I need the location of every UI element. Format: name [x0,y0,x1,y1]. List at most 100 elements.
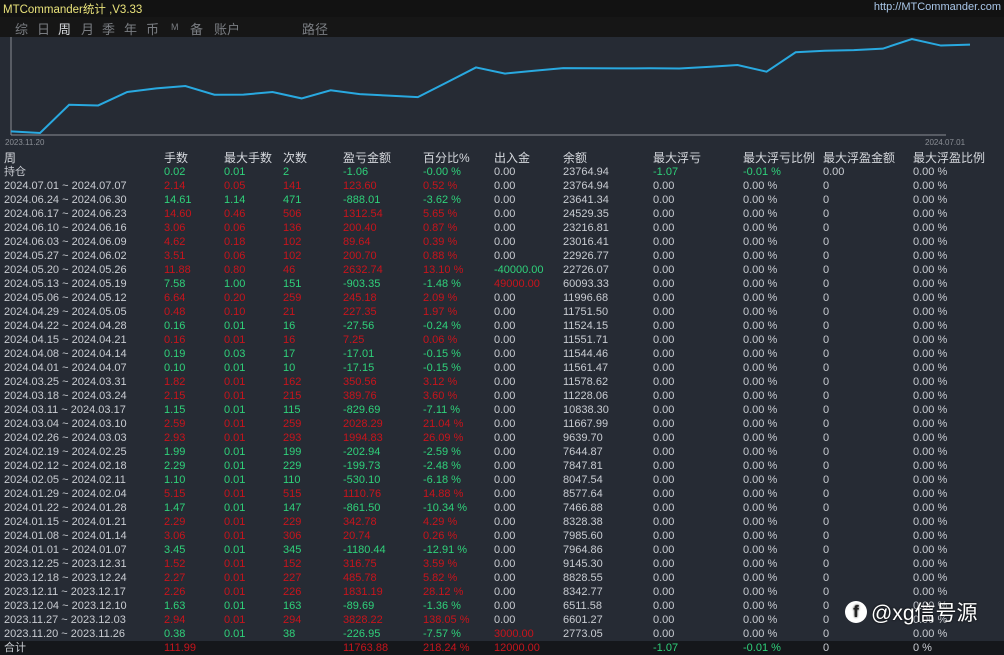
cell-1: 2.59 [164,417,185,431]
cell-11: 0.00 % [913,445,947,459]
table-row: 2024.07.01 ~ 2024.07.072.140.05141123.60… [0,179,1004,193]
cell-10: 0 [823,557,829,571]
cell-5: -0.00 % [423,165,461,179]
cell-3: 294 [283,613,301,627]
tab-4[interactable]: 季 [102,19,115,38]
cell-2: 0.01 [224,431,245,445]
cell-5: 218.24 % [423,641,469,655]
cell-1: 1.82 [164,375,185,389]
cell-2: 0.06 [224,249,245,263]
cell-0: 2024.06.10 ~ 2024.06.16 [4,221,127,235]
cell-2: 0.01 [224,459,245,473]
cell-10: 0 [823,473,829,487]
cell-4: 485.78 [343,571,377,585]
cell-5: 0.52 % [423,179,457,193]
cell-3: 471 [283,193,301,207]
cell-7: 23641.34 [563,193,609,207]
cell-1: 2.93 [164,431,185,445]
cell-9: 0.00 % [743,487,777,501]
tab-5[interactable]: 年 [124,19,137,38]
cell-7: 11667.99 [563,417,608,431]
table-row: 2024.01.01 ~ 2024.01.073.450.01345-1180.… [0,543,1004,557]
tab-3[interactable]: 月 [81,19,94,38]
tab-1[interactable]: 日 [37,19,50,38]
cell-8: 0.00 [653,291,674,305]
cell-8: 0.00 [653,249,674,263]
cell-8: 0.00 [653,179,674,193]
cell-0: 2024.04.01 ~ 2024.04.07 [4,361,127,375]
tab-0[interactable]: 综 [15,19,28,38]
cell-0: 2024.01.29 ~ 2024.02.04 [4,487,127,501]
cell-1: 3.45 [164,543,185,557]
website-link[interactable]: http://MTCommander.com [874,1,1001,13]
equity-chart: 2023.11.20 2024.07.01 [0,37,1004,150]
cell-6: 0.00 [494,613,515,627]
tab-10[interactable]: 路径 [302,19,328,38]
cell-0: 2024.04.29 ~ 2024.05.05 [4,305,127,319]
cell-6: 0.00 [494,347,515,361]
table-row: 2024.05.20 ~ 2024.05.2611.880.80462632.7… [0,263,1004,277]
tab-2[interactable]: 周 [58,19,71,38]
cell-11: 最大浮盈比例 [913,151,985,165]
table-row: 2024.04.29 ~ 2024.05.050.480.1021227.351… [0,305,1004,319]
cell-9: 0.00 % [743,459,777,473]
table-row: 2024.03.25 ~ 2024.03.311.820.01162350.56… [0,375,1004,389]
cell-6: 0.00 [494,389,515,403]
cell-6: -40000.00 [494,263,544,277]
cell-1: 0.10 [164,361,185,375]
equity-chart-svg [0,37,1004,150]
cell-3: 226 [283,585,301,599]
cell-8: 0.00 [653,389,674,403]
cell-8: 0.00 [653,431,674,445]
cell-1: 1.63 [164,599,185,613]
cell-9: 0.00 % [743,529,777,543]
cell-3: 306 [283,529,301,543]
cell-8: 0.00 [653,613,674,627]
cell-7: 11751.50 [563,305,608,319]
cell-3: 162 [283,375,301,389]
cell-4: -1180.44 [343,543,386,557]
cell-6: 出入金 [494,151,530,165]
tab-9[interactable]: 账户 [214,19,240,38]
tab-6[interactable]: 币 [146,19,159,38]
cell-1: 0.48 [164,305,185,319]
cell-4: 316.75 [343,557,377,571]
cell-3: 199 [283,445,301,459]
cell-0: 2023.12.18 ~ 2023.12.24 [4,571,127,585]
cell-1: 3.06 [164,529,185,543]
table-row: 2024.06.10 ~ 2024.06.163.060.06136200.40… [0,221,1004,235]
cell-10: 0 [823,515,829,529]
cell-9: 0.00 % [743,627,777,641]
cell-6: 0.00 [494,515,515,529]
equity-line [11,39,970,133]
cell-5: 28.12 % [423,585,463,599]
cell-2: 0.01 [224,501,245,515]
cell-4: 20.74 [343,529,371,543]
cell-2: 0.20 [224,291,245,305]
cell-11: 0.00 % [913,291,947,305]
cell-2: 0.10 [224,305,245,319]
tab-7[interactable]: M [171,22,179,32]
cell-8: 0.00 [653,361,674,375]
cell-11: 0.00 % [913,165,947,179]
cell-9: 0.00 % [743,445,777,459]
cell-3: 152 [283,557,301,571]
table-row: 2024.01.08 ~ 2024.01.143.060.0130620.740… [0,529,1004,543]
cell-0: 2024.03.18 ~ 2024.03.24 [4,389,127,403]
cell-6: 0.00 [494,543,515,557]
cell-8: 0.00 [653,207,674,221]
cell-5: -0.24 % [423,319,461,333]
cell-10: 0 [823,221,829,235]
cell-7: 11524.15 [563,319,608,333]
cell-4: 200.70 [343,249,377,263]
cell-9: 0.00 % [743,543,777,557]
cell-9: 0.00 % [743,305,777,319]
cell-7: 23764.94 [563,165,609,179]
cell-10: 0 [823,207,829,221]
cell-2: 0.80 [224,263,245,277]
cell-7: 23016.41 [563,235,609,249]
cell-1: 7.58 [164,277,185,291]
tab-8[interactable]: 备 [190,19,203,38]
cell-4: 1110.76 [343,487,381,501]
cell-3: 16 [283,333,295,347]
